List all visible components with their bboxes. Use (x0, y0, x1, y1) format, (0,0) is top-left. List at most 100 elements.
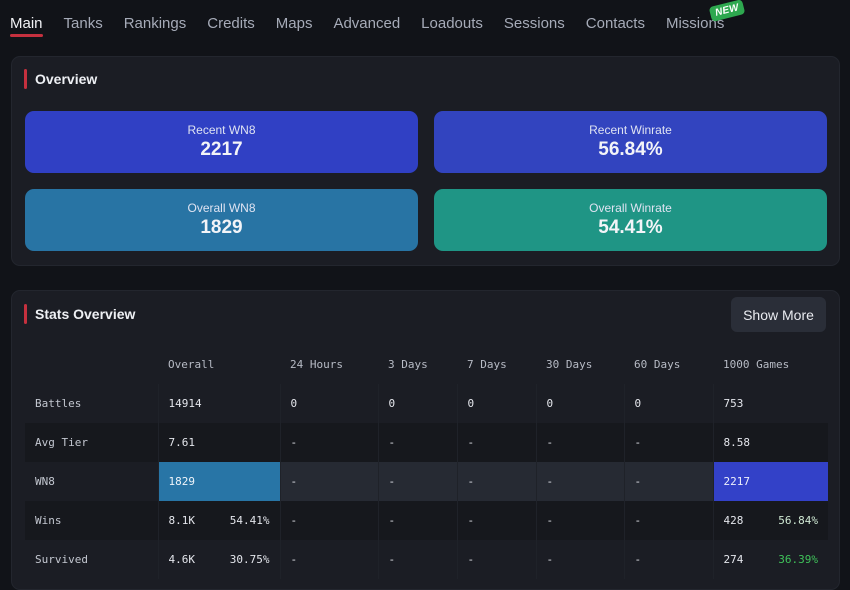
cell-overall: 8.1K 54.41% (157, 501, 280, 540)
tile-value: 54.41% (598, 217, 663, 238)
cell-24-hours: 0 (279, 384, 378, 423)
cell-7-days: - (456, 501, 536, 540)
cell-1000-games: 274 36.39% (712, 540, 828, 579)
overview-card: Overview Recent WN8 2217 Recent Winrate … (11, 56, 840, 266)
tab-main[interactable]: Main (10, 0, 43, 40)
cell-count: 4.6K (168, 553, 196, 566)
tab-maps[interactable]: Maps (276, 0, 313, 40)
tab-rankings[interactable]: Rankings (124, 0, 187, 40)
stats-overview-card: Stats Overview Show More Overall 24 Hour… (11, 290, 840, 590)
cell-30-days: 0 (535, 384, 624, 423)
tab-credits-label: Credits (207, 15, 255, 32)
tile-label: Overall Winrate (589, 201, 672, 215)
cell-percent: 36.39% (778, 553, 818, 566)
cell-1000-games: 8.58 (712, 423, 828, 462)
cell-3-days: 0 (377, 384, 457, 423)
table-row-survived: Survived 4.6K 30.75% - - - - - 274 36.39… (25, 540, 828, 579)
table-row-avg-tier: Avg Tier 7.61 - - - - - 8.58 (25, 423, 828, 462)
overall-winrate-tile: Overall Winrate 54.41% (434, 189, 827, 251)
stats-title: Stats Overview (35, 306, 136, 322)
tab-sessions-label: Sessions (503, 15, 565, 32)
row-label: Battles (35, 397, 82, 410)
table-row-wins: Wins 8.1K 54.41% - - - - - 428 56.84% (25, 501, 828, 540)
tile-value: 1829 (200, 217, 243, 238)
table-row-battles: Battles 14914 0 0 0 0 0 753 (25, 384, 828, 423)
cell-24-hours: - (279, 423, 378, 462)
tile-label: Recent WN8 (187, 123, 256, 137)
col-header-30-days: 30 Days (546, 357, 593, 371)
tab-missions[interactable]: Missions NEW (666, 0, 746, 40)
cell-1000-games: 2217 (712, 462, 828, 501)
tab-rankings-label: Rankings (123, 15, 187, 32)
accent-bar (24, 69, 27, 89)
cell-percent: 30.75% (229, 553, 270, 566)
tab-tanks-label: Tanks (63, 15, 103, 32)
overview-title: Overview (35, 71, 98, 87)
col-header-3-days: 3 Days (388, 357, 428, 371)
table-header-row: Overall 24 Hours 3 Days 7 Days 30 Days 6… (25, 344, 828, 384)
row-label: Avg Tier (25, 423, 158, 462)
tile-value: 2217 (200, 139, 243, 160)
tab-credits[interactable]: Credits (207, 0, 255, 40)
accent-bar (24, 304, 27, 324)
cell-overall: 1829 (157, 462, 280, 501)
tile-label: Recent Winrate (589, 123, 672, 137)
cell-30-days: - (535, 462, 624, 501)
cell-1000-games: 753 (712, 384, 828, 423)
cell-30-days: - (535, 423, 624, 462)
tab-contacts-label: Contacts (585, 15, 645, 32)
recent-wn8-tile: Recent WN8 2217 (25, 111, 418, 173)
tab-loadouts[interactable]: Loadouts (421, 0, 483, 40)
top-nav: Main Tanks Rankings Credits Maps Advance… (0, 0, 850, 44)
cell-7-days: - (456, 462, 536, 501)
col-header-7-days: 7 Days (467, 357, 507, 371)
tile-value: 56.84% (598, 139, 663, 160)
col-header-24-hours: 24 Hours (290, 357, 343, 371)
recent-winrate-tile: Recent Winrate 56.84% (434, 111, 827, 173)
cell-60-days: - (623, 462, 713, 501)
cell-3-days: - (377, 540, 457, 579)
cell-60-days: - (623, 501, 713, 540)
overall-wn8-tile: Overall WN8 1829 (25, 189, 418, 251)
cell-7-days: 0 (456, 384, 536, 423)
col-header-1000-games: 1000 Games (723, 357, 790, 371)
cell-percent: 56.84% (778, 514, 818, 527)
new-badge: NEW (708, 0, 746, 22)
cell-60-days: - (623, 423, 713, 462)
tab-contacts[interactable]: Contacts (586, 0, 645, 40)
cell-24-hours: - (279, 540, 378, 579)
cell-24-hours: - (279, 501, 378, 540)
cell-percent: 54.41% (229, 514, 270, 527)
show-more-button[interactable]: Show More (731, 297, 826, 332)
col-header-60-days: 60 Days (634, 357, 681, 371)
tile-label: Overall WN8 (187, 201, 256, 215)
cell-1000-games: 428 56.84% (712, 501, 828, 540)
tab-tanks[interactable]: Tanks (64, 0, 103, 40)
cell-30-days: - (535, 501, 624, 540)
cell-3-days: - (377, 501, 457, 540)
cell-3-days: - (377, 423, 457, 462)
cell-7-days: - (456, 423, 536, 462)
row-label: Survived (35, 553, 88, 566)
stats-table: Overall 24 Hours 3 Days 7 Days 30 Days 6… (25, 344, 828, 579)
tab-advanced[interactable]: Advanced (333, 0, 400, 40)
stats-header: Stats Overview (24, 304, 135, 324)
tab-sessions[interactable]: Sessions (504, 0, 565, 40)
cell-30-days: - (535, 540, 624, 579)
row-label: WN8 (25, 462, 158, 501)
col-header-label (25, 344, 158, 384)
tab-main-label: Main (10, 15, 43, 32)
table-row-wn8: WN8 1829 - - - - - 2217 (25, 462, 828, 501)
cell-overall: 14914 (157, 384, 280, 423)
tab-maps-label: Maps (275, 15, 313, 32)
cell-overall: 7.61 (157, 423, 280, 462)
cell-7-days: - (456, 540, 536, 579)
tab-loadouts-label: Loadouts (421, 15, 483, 32)
cell-60-days: - (623, 540, 713, 579)
overview-header: Overview (24, 69, 97, 89)
cell-60-days: 0 (623, 384, 713, 423)
tab-advanced-label: Advanced (333, 15, 401, 32)
row-label: Wins (25, 501, 158, 540)
cell-overall: 4.6K 30.75% (157, 540, 280, 579)
cell-count: 428 (723, 514, 744, 527)
